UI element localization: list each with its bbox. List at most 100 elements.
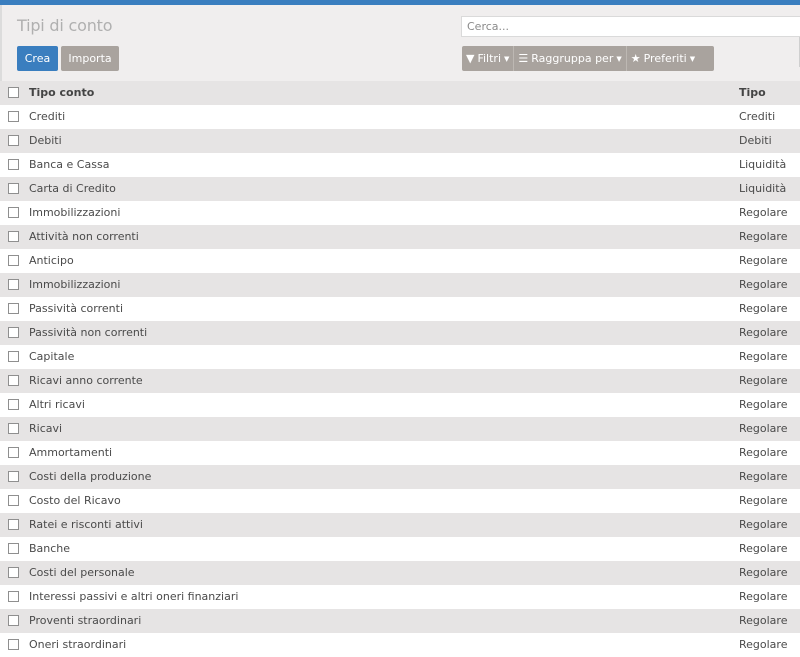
cell-account-type: Ammortamenti xyxy=(29,446,113,459)
table-row[interactable]: Ricavi anno corrente Regolare xyxy=(0,369,800,393)
table-row[interactable]: Proventi straordinari Regolare xyxy=(0,609,800,633)
filter-bar: ▼ Filtri ▼ ☰ Raggruppa per ▼ ★ Preferiti… xyxy=(462,46,714,71)
table-row[interactable]: Costo del Ricavo Regolare xyxy=(0,489,800,513)
cell-type: Regolare xyxy=(739,446,788,459)
cell-account-type: Debiti xyxy=(29,134,62,147)
table-row[interactable]: Ricavi Regolare xyxy=(0,417,800,441)
filter-icon: ▼ xyxy=(466,52,475,65)
cell-account-type: Proventi straordinari xyxy=(29,614,142,627)
table-row[interactable]: Banche Regolare xyxy=(0,537,800,561)
row-checkbox[interactable] xyxy=(8,519,19,530)
cell-account-type: Altri ricavi xyxy=(29,398,85,411)
row-checkbox[interactable] xyxy=(8,135,19,146)
cell-account-type: Immobilizzazioni xyxy=(29,206,121,219)
table-row[interactable]: Capitale Regolare xyxy=(0,345,800,369)
cell-account-type: Attività non correnti xyxy=(29,230,139,243)
row-checkbox[interactable] xyxy=(8,231,19,242)
table-row[interactable]: Ratei e risconti attivi Regolare xyxy=(0,513,800,537)
row-checkbox[interactable] xyxy=(8,183,19,194)
page-title: Tipi di conto xyxy=(17,16,113,35)
cell-account-type: Crediti xyxy=(29,110,66,123)
cell-account-type: Costo del Ricavo xyxy=(29,494,121,507)
cell-account-type: Oneri straordinari xyxy=(29,638,127,651)
import-button[interactable]: Importa xyxy=(61,46,119,71)
group-by-label: Raggruppa per xyxy=(531,52,614,65)
table-row[interactable]: Debiti Debiti xyxy=(0,129,800,153)
table-row[interactable]: Interessi passivi e altri oneri finanzia… xyxy=(0,585,800,609)
row-checkbox[interactable] xyxy=(8,351,19,362)
cell-type: Regolare xyxy=(739,542,788,555)
row-checkbox[interactable] xyxy=(8,495,19,506)
cell-account-type: Ricavi anno corrente xyxy=(29,374,143,387)
cell-type: Regolare xyxy=(739,566,788,579)
row-checkbox[interactable] xyxy=(8,399,19,410)
header-account-type[interactable]: Tipo conto xyxy=(29,81,94,105)
top-bar xyxy=(0,0,800,5)
row-checkbox[interactable] xyxy=(8,471,19,482)
cell-account-type: Passività non correnti xyxy=(29,326,148,339)
table-row[interactable]: Attività non correnti Regolare xyxy=(0,225,800,249)
search-input[interactable]: Cerca... xyxy=(461,16,800,37)
table-row[interactable]: Immobilizzazioni Regolare xyxy=(0,273,800,297)
row-checkbox[interactable] xyxy=(8,567,19,578)
row-checkbox[interactable] xyxy=(8,327,19,338)
cell-type: Regolare xyxy=(739,206,788,219)
table-row[interactable]: Costi della produzione Regolare xyxy=(0,465,800,489)
caret-down-icon: ▼ xyxy=(616,54,622,63)
table-row[interactable]: Immobilizzazioni Regolare xyxy=(0,201,800,225)
table-row[interactable]: Carta di Credito Liquidità xyxy=(0,177,800,201)
row-checkbox[interactable] xyxy=(8,423,19,434)
favorites-dropdown[interactable]: ★ Preferiti ▼ xyxy=(627,46,699,71)
caret-down-icon: ▼ xyxy=(689,54,696,63)
row-checkbox[interactable] xyxy=(8,159,19,170)
table-header: Tipo conto Tipo xyxy=(0,81,800,105)
cell-account-type: Immobilizzazioni xyxy=(29,278,121,291)
cell-type: Regolare xyxy=(739,614,788,627)
cell-type: Debiti xyxy=(739,134,772,147)
header-type[interactable]: Tipo xyxy=(739,81,766,105)
cell-account-type: Carta di Credito xyxy=(29,182,116,195)
table-row[interactable]: Banca e Cassa Liquidità xyxy=(0,153,800,177)
row-checkbox[interactable] xyxy=(8,111,19,122)
favorites-label: Preferiti xyxy=(643,52,687,65)
filters-dropdown[interactable]: ▼ Filtri ▼ xyxy=(462,46,513,71)
caret-down-icon: ▼ xyxy=(504,54,510,63)
cell-type: Regolare xyxy=(739,350,788,363)
cell-account-type: Costi della produzione xyxy=(29,470,152,483)
cell-account-type: Ratei e risconti attivi xyxy=(29,518,143,531)
table-row[interactable]: Oneri straordinari Regolare xyxy=(0,633,800,657)
cell-type: Regolare xyxy=(739,398,788,411)
group-by-dropdown[interactable]: ☰ Raggruppa per ▼ xyxy=(514,46,625,71)
row-checkbox[interactable] xyxy=(8,375,19,386)
table-row[interactable]: Costi del personale Regolare xyxy=(0,561,800,585)
row-checkbox[interactable] xyxy=(8,639,19,650)
cell-account-type: Banca e Cassa xyxy=(29,158,110,171)
star-icon: ★ xyxy=(630,52,641,65)
table-row[interactable]: Crediti Crediti xyxy=(0,105,800,129)
cell-account-type: Capitale xyxy=(29,350,75,363)
create-button[interactable]: Crea xyxy=(17,46,58,71)
table-row[interactable]: Ammortamenti Regolare xyxy=(0,441,800,465)
row-checkbox[interactable] xyxy=(8,615,19,626)
cell-account-type: Anticipo xyxy=(29,254,74,267)
cell-type: Regolare xyxy=(739,326,788,339)
table-body: Crediti Crediti Debiti Debiti Banca e Cassa L… xyxy=(0,105,800,657)
table-row[interactable]: Passività non correnti Regolare xyxy=(0,321,800,345)
select-all-checkbox[interactable] xyxy=(8,87,19,98)
row-checkbox[interactable] xyxy=(8,591,19,602)
cell-type: Regolare xyxy=(739,590,788,603)
cell-type: Regolare xyxy=(739,254,788,267)
row-checkbox[interactable] xyxy=(8,255,19,266)
table-row[interactable]: Altri ricavi Regolare xyxy=(0,393,800,417)
table-row[interactable]: Passività correnti Regolare xyxy=(0,297,800,321)
row-checkbox[interactable] xyxy=(8,207,19,218)
cell-type: Regolare xyxy=(739,422,788,435)
cell-type: Regolare xyxy=(739,302,788,315)
account-types-table: Tipo conto Tipo Crediti Crediti Debiti Debi… xyxy=(0,81,800,657)
cell-account-type: Passività correnti xyxy=(29,302,124,315)
row-checkbox[interactable] xyxy=(8,279,19,290)
row-checkbox[interactable] xyxy=(8,303,19,314)
row-checkbox[interactable] xyxy=(8,543,19,554)
row-checkbox[interactable] xyxy=(8,447,19,458)
table-row[interactable]: Anticipo Regolare xyxy=(0,249,800,273)
